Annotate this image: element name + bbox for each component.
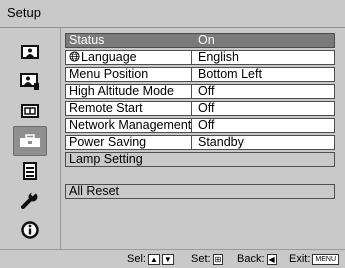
menu-key-icon: MENU xyxy=(312,253,340,265)
category-sidebar xyxy=(0,28,61,249)
nav-information[interactable] xyxy=(15,215,45,245)
back-hint: Back: ◀ xyxy=(237,253,277,265)
menu-row-status[interactable]: Status On xyxy=(65,33,335,48)
menu-row-value: Off xyxy=(198,118,215,132)
column-divider xyxy=(191,51,192,64)
picture-icon xyxy=(21,45,39,59)
nav-screen[interactable] xyxy=(15,96,45,126)
down-arrow-key-icon: ▼ xyxy=(161,253,174,265)
menu-row-value: Off xyxy=(198,101,215,115)
column-divider xyxy=(191,85,192,98)
nav-installation[interactable] xyxy=(15,185,45,215)
menu-row-value: English xyxy=(198,50,239,64)
column-divider xyxy=(191,102,192,115)
menu-row-lamp-setting[interactable]: Lamp Setting xyxy=(65,152,335,167)
up-arrow-key-icon: ▲ xyxy=(147,253,160,265)
exit-hint-label: Exit: xyxy=(289,253,311,265)
menu-row-power-saving[interactable]: Power Saving Standby xyxy=(65,135,335,150)
wrench-icon xyxy=(21,191,38,209)
menu-row-label: High Altitude Mode xyxy=(69,84,174,98)
back-hint-label: Back: xyxy=(237,253,265,265)
setup-toolbox-icon xyxy=(20,134,40,147)
menu-row-value: Bottom Left xyxy=(198,67,262,81)
setup-menu-window: Setup Status On Language English Menu Po… xyxy=(0,0,345,268)
menu-row-label-wrap: Language xyxy=(69,51,137,64)
menu-row-menu-position[interactable]: Menu Position Bottom Left xyxy=(65,67,335,82)
menu-row-label: Status xyxy=(69,33,105,47)
menu-row-value: Standby xyxy=(198,135,244,149)
column-divider xyxy=(191,119,192,132)
title-bar: Setup xyxy=(0,0,345,28)
menu-row-label: Power Saving xyxy=(69,135,147,149)
info-icon xyxy=(21,221,39,239)
settings-panel: Status On Language English Menu Position… xyxy=(63,30,345,248)
picture-adjust-icon xyxy=(20,73,39,90)
select-hint: Sel: ▲ ▼ xyxy=(127,253,174,265)
set-hint: Set: ⊞ xyxy=(191,253,224,265)
function-list-icon xyxy=(23,162,37,180)
menu-row-high-altitude-mode[interactable]: High Altitude Mode Off xyxy=(65,84,335,99)
screen-icon xyxy=(21,104,39,118)
nav-setup[interactable] xyxy=(13,126,47,156)
menu-row-network-management[interactable]: Network Management Off xyxy=(65,118,335,133)
exit-hint: Exit: MENU xyxy=(289,253,340,265)
menu-row-value: On xyxy=(198,33,215,47)
menu-row-label: Language xyxy=(81,50,137,64)
menu-row-label: Network Management xyxy=(69,118,192,132)
nav-picture[interactable] xyxy=(15,37,45,67)
menu-row-remote-start[interactable]: Remote Start Off xyxy=(65,101,335,116)
menu-row-value: Off xyxy=(198,84,215,98)
menu-row-label: All Reset xyxy=(69,184,120,198)
menu-row-label: Remote Start xyxy=(69,101,143,115)
menu-row-language[interactable]: Language English xyxy=(65,50,335,65)
column-divider xyxy=(191,68,192,81)
nav-function[interactable] xyxy=(15,156,45,186)
menu-row-all-reset[interactable]: All Reset xyxy=(65,184,335,199)
set-hint-label: Set: xyxy=(191,253,211,265)
nav-picture-adjust[interactable] xyxy=(15,67,45,97)
back-arrow-key-icon: ◀ xyxy=(266,253,277,265)
menu-row-label: Menu Position xyxy=(69,67,149,81)
globe-icon xyxy=(69,51,80,62)
menu-title: Setup xyxy=(7,5,41,20)
menu-row-label: Lamp Setting xyxy=(69,152,143,166)
column-divider xyxy=(191,136,192,149)
enter-key-icon: ⊞ xyxy=(212,253,224,265)
select-hint-label: Sel: xyxy=(127,253,146,265)
settings-list: Status On Language English Menu Position… xyxy=(65,33,335,201)
key-guide-bar: Sel: ▲ ▼ Set: ⊞ Back: ◀ Exit: MENU xyxy=(0,249,345,268)
